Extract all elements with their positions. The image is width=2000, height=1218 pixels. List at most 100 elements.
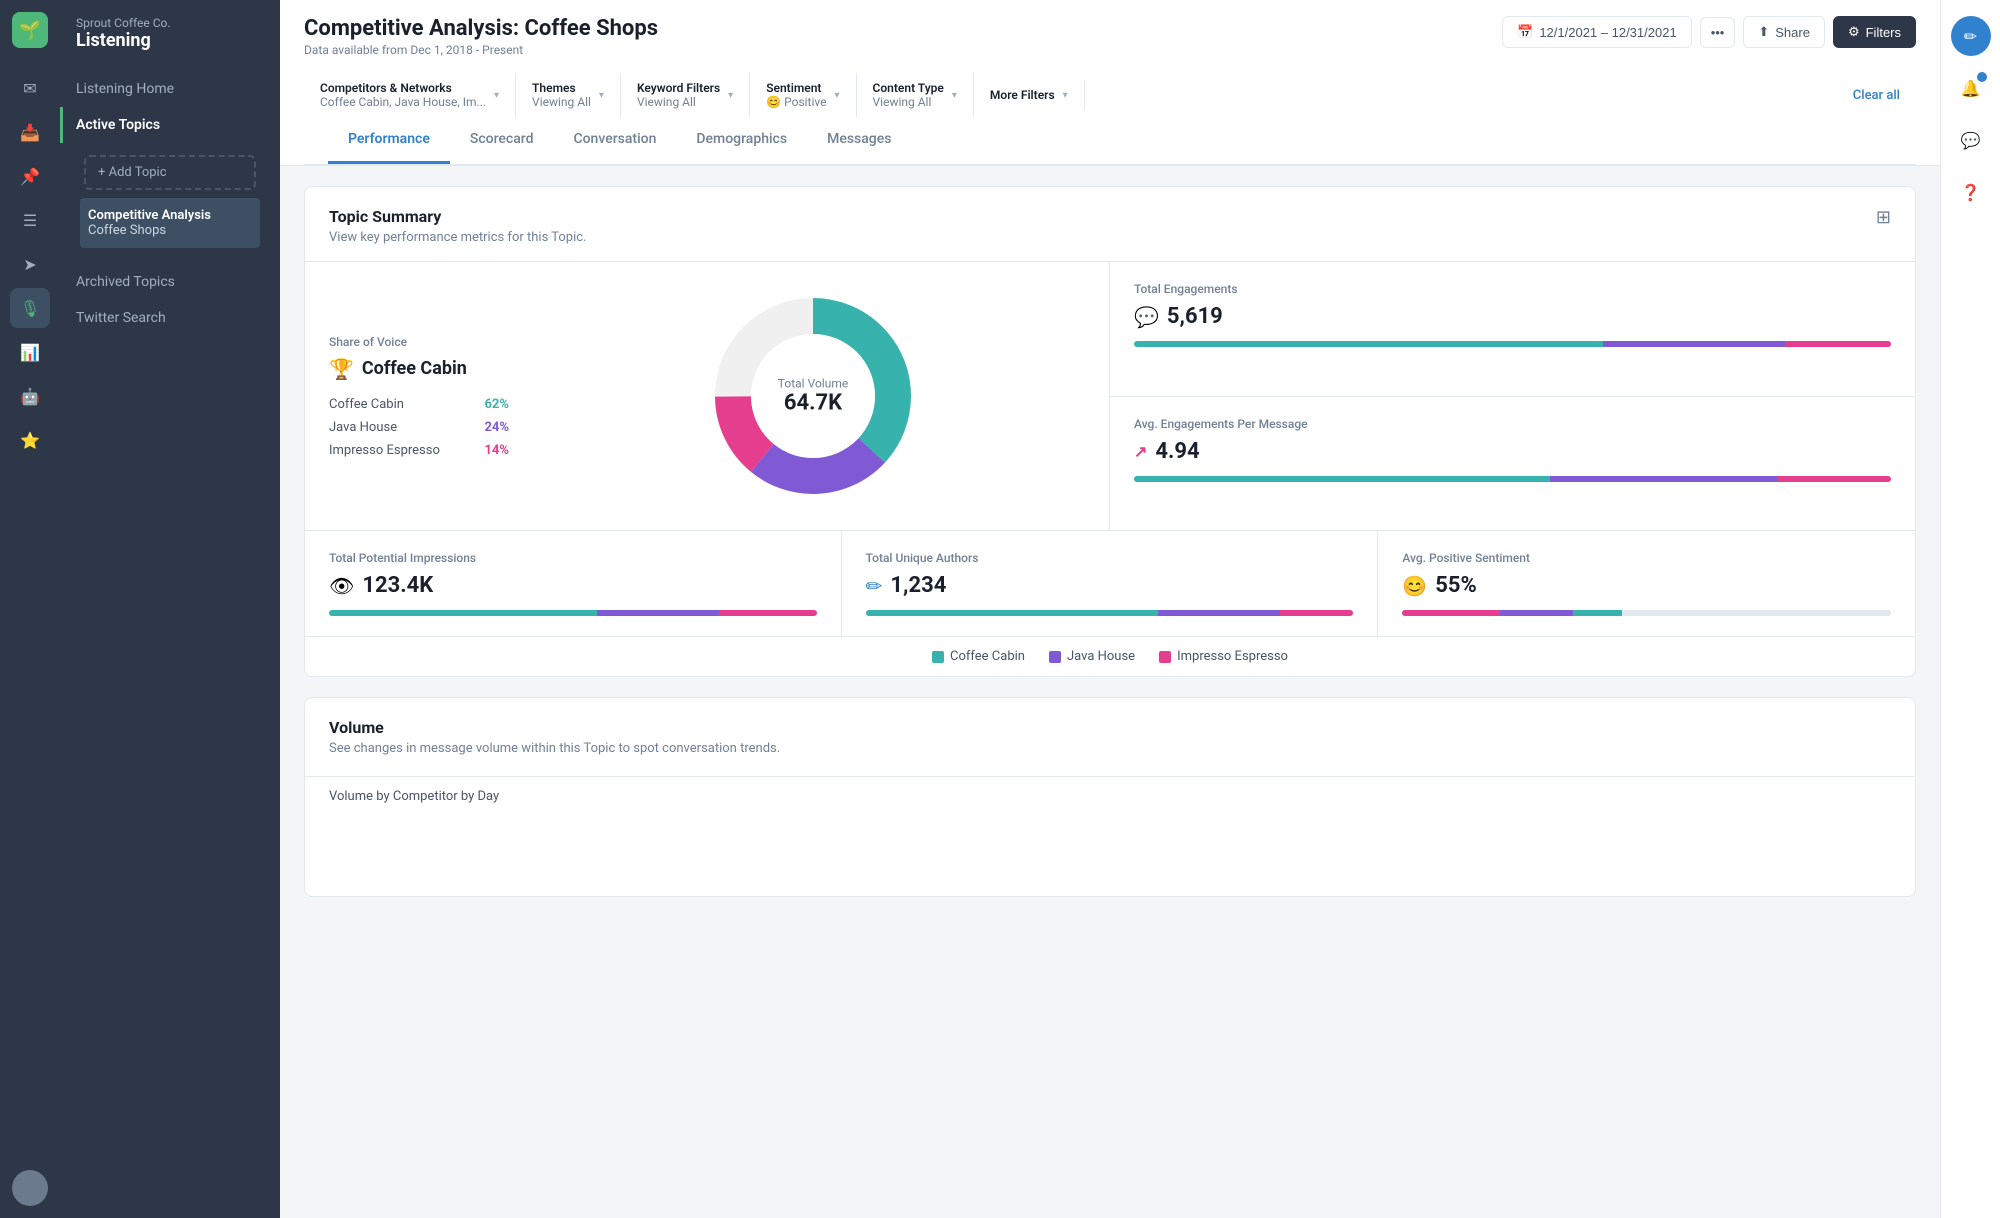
metric-label: Total Engagements: [1134, 282, 1891, 296]
sov-row-java-house: Java House 24%: [329, 420, 509, 435]
volume-card: Volume See changes in message volume wit…: [304, 697, 1916, 897]
rail-icon-send[interactable]: ➤: [10, 244, 50, 284]
rail-icon-social[interactable]: 🤖: [10, 376, 50, 416]
metric-value: 55%: [1435, 573, 1477, 598]
filter-more-label: More Filters: [990, 88, 1055, 102]
sidebar-item-archived-topics[interactable]: Archived Topics: [60, 264, 280, 300]
avg-engagements-progress-bar: [1134, 476, 1891, 482]
sov-pct-0: 62%: [484, 397, 509, 412]
date-range-button[interactable]: 📅 12/1/2021 – 12/31/2021: [1502, 16, 1692, 48]
metric-impressions: Total Potential Impressions 👁 123.4K: [305, 531, 842, 636]
chevron-down-icon: ▾: [494, 90, 499, 101]
sidebar: Sprout Coffee Co. Listening Listening Ho…: [60, 0, 280, 1218]
metric-unique-authors: Total Unique Authors ✏ 1,234: [842, 531, 1379, 636]
rail-icon-analytics[interactable]: 📊: [10, 332, 50, 372]
topic-summary-title-block: Topic Summary View key performance metri…: [329, 207, 587, 245]
user-avatar[interactable]: [12, 1170, 48, 1206]
sidebar-item-listening-home[interactable]: Listening Home: [60, 71, 280, 107]
filters-label: Filters: [1866, 25, 1901, 40]
dots-icon: •••: [1711, 25, 1725, 40]
metric-avg-sentiment: Avg. Positive Sentiment 😊 55%: [1378, 531, 1915, 636]
add-topic-button[interactable]: + Add Topic: [84, 155, 256, 190]
eye-icon: 👁: [329, 574, 354, 598]
authors-progress-bar: [866, 610, 1354, 616]
rail-icon-star[interactable]: ⭐: [10, 420, 50, 460]
calendar-icon: 📅: [1517, 24, 1533, 40]
metric-value-row: ↗ 4.94: [1134, 439, 1891, 464]
sidebar-item-label: Archived Topics: [76, 274, 175, 290]
page-title: Competitive Analysis: Coffee Shops: [304, 16, 658, 41]
tab-scorecard[interactable]: Scorecard: [450, 117, 554, 164]
smile-icon: 😊: [1402, 574, 1427, 598]
metric-value: 4.94: [1155, 439, 1199, 464]
filter-more[interactable]: More Filters ▾: [974, 80, 1085, 110]
sov-row-impresso: Impresso Espresso 14%: [329, 443, 509, 458]
metric-value: 5,619: [1167, 304, 1223, 329]
pen-icon: ✏: [866, 574, 883, 598]
product-name: Listening: [76, 30, 264, 51]
share-icon: ⬆: [1758, 24, 1769, 40]
filter-themes[interactable]: Themes Viewing All ▾: [516, 73, 621, 117]
donut-center: Total Volume 64.7K: [778, 377, 848, 416]
legend-label-java-house: Java House: [1067, 649, 1135, 664]
page-title-block: Competitive Analysis: Coffee Shops Data …: [304, 16, 658, 57]
rail-icon-listening[interactable]: 🎙: [10, 288, 50, 328]
filters-button[interactable]: ⚙ Filters: [1833, 16, 1916, 48]
filter-content-type-label: Content Type: [873, 81, 944, 95]
metric-avg-engagements: Avg. Engagements Per Message ↗ 4.94: [1110, 397, 1915, 531]
filter-sentiment-value: 😊 Positive: [766, 95, 826, 109]
filter-competitors[interactable]: Competitors & Networks Coffee Cabin, Jav…: [304, 73, 516, 117]
edit-button[interactable]: ✏: [1951, 16, 1991, 56]
filter-sentiment[interactable]: Sentiment 😊 Positive ▾: [750, 73, 856, 117]
more-options-button[interactable]: •••: [1700, 17, 1736, 48]
sidebar-topic-competitive-analysis[interactable]: Competitive Analysis Coffee Shops: [80, 198, 260, 248]
sov-label: Share of Voice: [329, 335, 509, 349]
clear-filters-button[interactable]: Clear all: [1837, 80, 1916, 111]
filter-icon: ⚙: [1848, 24, 1860, 40]
sidebar-item-twitter-search[interactable]: Twitter Search: [60, 300, 280, 336]
tab-performance[interactable]: Performance: [328, 117, 450, 164]
rail-icon-inbox[interactable]: 📥: [10, 112, 50, 152]
rail-icon-pin[interactable]: 📌: [10, 156, 50, 196]
filter-content-type[interactable]: Content Type Viewing All ▾: [857, 73, 974, 117]
sov-winner-name: Coffee Cabin: [362, 358, 467, 379]
table-view-icon[interactable]: ⊞: [1876, 207, 1891, 228]
tab-conversation[interactable]: Conversation: [553, 117, 676, 164]
header-actions: 📅 12/1/2021 – 12/31/2021 ••• ⬆ Share ⚙ F…: [1502, 16, 1916, 48]
sov-pct-1: 24%: [484, 420, 509, 435]
rail-icon-messages[interactable]: ✉: [10, 68, 50, 108]
sov-breakdown: Coffee Cabin 62% Java House 24% Impresso…: [329, 397, 509, 458]
notifications-icon[interactable]: 🔔: [1951, 68, 1991, 108]
engagements-icon: 💬: [1134, 305, 1159, 329]
volume-filter-label: Volume by Competitor by Day: [305, 776, 1915, 816]
sidebar-item-label: Twitter Search: [76, 310, 166, 326]
rail-icon-list[interactable]: ☰: [10, 200, 50, 240]
volume-header: Volume See changes in message volume wit…: [305, 698, 1915, 776]
metric-total-engagements: Total Engagements 💬 5,619: [1110, 262, 1915, 397]
page-header: Competitive Analysis: Coffee Shops Data …: [280, 0, 1940, 166]
legend-impresso: Impresso Espresso: [1159, 649, 1288, 664]
sentiment-progress-bar: [1402, 610, 1891, 616]
sov-name-2: Impresso Espresso: [329, 443, 440, 458]
trend-up-icon: ↗: [1134, 442, 1147, 461]
engagements-progress-bar: [1134, 341, 1891, 347]
chevron-down-icon: ▾: [952, 90, 957, 101]
donut-container: Total Volume 64.7K: [703, 286, 923, 506]
share-button[interactable]: ⬆ Share: [1743, 16, 1825, 48]
help-icon[interactable]: ❓: [1951, 172, 1991, 212]
topic-summary-subtitle: View key performance metrics for this To…: [329, 230, 587, 245]
filter-themes-label: Themes: [532, 81, 591, 95]
app-logo: 🌱: [12, 12, 48, 48]
volume-chart-placeholder: [305, 816, 1915, 896]
filter-sentiment-label: Sentiment: [766, 81, 826, 95]
chat-icon[interactable]: 💬: [1951, 120, 1991, 160]
chevron-down-icon: ▾: [728, 90, 733, 101]
sidebar-item-active-topics[interactable]: Active Topics: [60, 107, 280, 143]
page-header-top: Competitive Analysis: Coffee Shops Data …: [304, 16, 1916, 57]
tab-messages[interactable]: Messages: [807, 117, 911, 164]
legend-java-house: Java House: [1049, 649, 1135, 664]
tab-demographics[interactable]: Demographics: [676, 117, 807, 164]
filter-keyword[interactable]: Keyword Filters Viewing All ▾: [621, 73, 750, 117]
chevron-down-icon: ▾: [1063, 90, 1068, 101]
trophy-icon: 🏆: [329, 357, 354, 381]
